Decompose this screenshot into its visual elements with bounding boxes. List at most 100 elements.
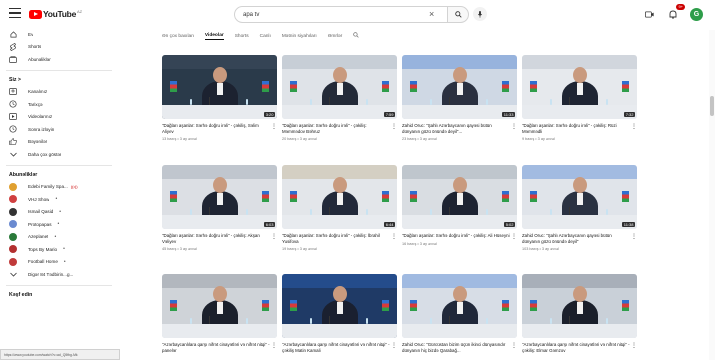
sidebar-subscription-item[interactable]: Football Home •: [0, 256, 118, 269]
sidebar-subscriptions-show-more[interactable]: Digər 84 Tədbirin...g...: [0, 268, 118, 281]
video-card[interactable]: 6:44 "Dağları aşanlar: Sərhə doğru irəli"…: [282, 165, 397, 251]
video-title[interactable]: "Dağları aşanlar: Sərhə doğru irəli" - ç…: [522, 123, 630, 134]
sidebar-item-liked[interactable]: Bəyənilər: [0, 136, 118, 149]
sidebar-item-your-videos[interactable]: Videolarınız: [0, 111, 118, 124]
more-options-icon[interactable]: ⋮: [631, 123, 637, 130]
video-thumbnail[interactable]: [402, 274, 517, 338]
sidebar-item-show-more[interactable]: Daha çox göstər: [0, 148, 118, 161]
tab-popular[interactable]: Ən çox baxılan: [162, 34, 194, 39]
search-button[interactable]: [447, 6, 469, 23]
more-options-icon[interactable]: ⋮: [391, 342, 397, 349]
video-duration: 11:38: [622, 222, 635, 227]
video-duration: 6:44: [384, 222, 395, 227]
video-title[interactable]: "Azərbaycanlılara qarşı nifrət cinayətlə…: [282, 342, 390, 353]
sidebar-subscription-item[interactable]: Tops By Mario •: [0, 243, 118, 256]
sidebar-item-home[interactable]: Ev: [0, 28, 118, 41]
sidebar-item-watch-later[interactable]: Sonra izləyin: [0, 123, 118, 136]
video-card[interactable]: "Azərbaycanlılara qarşı nifrət cinayətlə…: [282, 274, 397, 353]
sidebar-subscription-item[interactable]: Protopapas •: [0, 218, 118, 231]
youtube-play-icon: [29, 9, 42, 19]
sidebar-subscription-item[interactable]: Edebi Family Spa... ((•)): [0, 181, 118, 194]
video-card[interactable]: "Azərbaycanlılara qarşı nifrət cinayətlə…: [522, 274, 637, 353]
more-options-icon[interactable]: ⋮: [271, 233, 277, 240]
sidebar-item-history[interactable]: Tarixçə: [0, 98, 118, 111]
tab-playlists[interactable]: Mətnin siyahıları: [282, 34, 317, 39]
sidebar-item-label: Ev: [28, 31, 34, 37]
sidebar-section-you[interactable]: Siz >: [0, 75, 118, 86]
top-right-actions: 9+ G: [642, 4, 703, 21]
video-thumbnail[interactable]: [282, 274, 397, 338]
more-options-icon[interactable]: ⋮: [271, 342, 277, 349]
video-card[interactable]: 6:03 "Dağları aşanlar: Sərhə doğru irəli"…: [162, 165, 277, 251]
menu-icon[interactable]: [9, 8, 21, 20]
page-scrollbar[interactable]: [709, 30, 715, 360]
sidebar-item-label: Videolarınız: [28, 114, 53, 120]
video-card[interactable]: 5:02 "Dağları aşanlar: Sərhə doğru irəli"…: [402, 165, 517, 246]
video-card[interactable]: 11:38 Zahid Oruc: "Şahlı Azərbaycanın qay…: [522, 165, 637, 251]
more-options-icon[interactable]: ⋮: [391, 123, 397, 130]
video-card[interactable]: "Azərbaycanlılara qarşı nifrət cinayətlə…: [162, 274, 277, 353]
sidebar-item-subscriptions[interactable]: Abunəliklər: [0, 53, 118, 66]
video-title[interactable]: "Azərbaycanlılara qarşı nifrət cinayətlə…: [522, 342, 630, 353]
video-meta: 103 baxış • 3 ay əvvəl: [522, 247, 559, 252]
video-title[interactable]: Zahid Oruc: "Şahlı Azərbaycanın qayəsi b…: [402, 123, 510, 134]
video-title[interactable]: Zahid Oruc: "Şahlı Azərbaycanın qayəsi b…: [522, 233, 630, 244]
sidebar-item-your-channel[interactable]: Kanalınız: [0, 86, 118, 99]
video-thumbnail[interactable]: 5:02: [402, 165, 517, 229]
voice-search-button[interactable]: [473, 7, 487, 21]
channel-icon: [9, 88, 17, 96]
video-thumbnail[interactable]: 6:44: [282, 165, 397, 229]
video-thumbnail[interactable]: 7:59: [282, 55, 397, 119]
clear-search-icon[interactable]: ×: [429, 9, 434, 19]
tab-search-icon[interactable]: [353, 32, 359, 40]
more-options-icon[interactable]: ⋮: [511, 233, 517, 240]
video-card[interactable]: 3:20 "Dağları aşanlar: Sərhə doğru irəli"…: [162, 55, 277, 141]
video-thumbnail[interactable]: [522, 274, 637, 338]
account-avatar[interactable]: G: [690, 7, 703, 21]
video-card[interactable]: Zahid Oruc: "Gürcüstan bizim üçün ikinci…: [402, 274, 517, 353]
video-card[interactable]: 7:32 "Dağları aşanlar: Sərhə doğru irəli"…: [522, 55, 637, 141]
new-content-dot-icon: •: [54, 233, 57, 240]
top-bar: YouTube AZ × 9+ G: [0, 0, 715, 30]
more-options-icon[interactable]: ⋮: [391, 233, 397, 240]
tab-community[interactable]: Əmrlər: [328, 34, 343, 39]
video-title[interactable]: "Dağları aşanlar: Sərhə doğru irəli" - ç…: [282, 123, 390, 134]
more-options-icon[interactable]: ⋮: [511, 123, 517, 130]
video-thumbnail[interactable]: 11:38: [522, 165, 637, 229]
scrollbar-thumb[interactable]: [710, 96, 714, 116]
video-title[interactable]: "Azərbaycanlılara qarşı nifrət cinayətlə…: [162, 342, 270, 353]
notifications-icon[interactable]: 9+: [666, 4, 685, 21]
video-thumbnail[interactable]: [162, 274, 277, 338]
sidebar-subscription-item[interactable]: VHJ Show •: [0, 193, 118, 206]
video-meta: 16 baxış • 3 ay əvvəl: [402, 241, 437, 246]
video-thumbnail[interactable]: 11:33: [402, 55, 517, 119]
video-thumbnail[interactable]: 7:32: [522, 55, 637, 119]
more-options-icon[interactable]: ⋮: [631, 342, 637, 349]
more-options-icon[interactable]: ⋮: [631, 233, 637, 240]
video-title[interactable]: "Dağları aşanlar: Sərhə doğru irəli" - ç…: [402, 233, 510, 239]
video-meta: 9 baxış • 3 ay əvvəl: [522, 137, 555, 142]
video-title[interactable]: "Dağları aşanlar: Sərhə doğru irəli" - ç…: [162, 233, 270, 244]
sidebar-subscription-item[interactable]: Ismail Qasid •: [0, 206, 118, 219]
tab-videos[interactable]: Videolar: [204, 33, 224, 40]
new-content-dot-icon: •: [55, 196, 58, 203]
sidebar-item-shorts[interactable]: Shorts: [0, 41, 118, 54]
new-content-dot-icon: •: [59, 208, 62, 215]
video-title[interactable]: "Dağları aşanlar: Sərhə doğru irəli" - ç…: [162, 123, 270, 134]
video-thumbnail[interactable]: 3:20: [162, 55, 277, 119]
sidebar-subscription-item[interactable]: Azeplanet •: [0, 231, 118, 244]
video-card[interactable]: 11:33 Zahid Oruc: "Şahlı Azərbaycanın qay…: [402, 55, 517, 141]
video-thumbnail[interactable]: 6:03: [162, 165, 277, 229]
more-options-icon[interactable]: ⋮: [511, 342, 517, 349]
search-input[interactable]: [243, 11, 413, 18]
channel-name: Edebi Family Spa...: [28, 184, 68, 190]
home-icon: [9, 30, 17, 38]
tab-shorts[interactable]: Shorts: [235, 34, 249, 39]
tab-live[interactable]: Canlı: [260, 34, 271, 39]
youtube-logo[interactable]: YouTube AZ: [29, 9, 82, 19]
video-card[interactable]: 7:59 "Dağları aşanlar: Sərhə doğru irəli"…: [282, 55, 397, 141]
more-options-icon[interactable]: ⋮: [271, 123, 277, 130]
video-title[interactable]: Zahid Oruc: "Gürcüstan bizim üçün ikinci…: [402, 342, 510, 353]
video-title[interactable]: "Dağları aşanlar: Sərhə doğru irəli" - ç…: [282, 233, 390, 244]
create-video-icon[interactable]: [642, 7, 656, 21]
